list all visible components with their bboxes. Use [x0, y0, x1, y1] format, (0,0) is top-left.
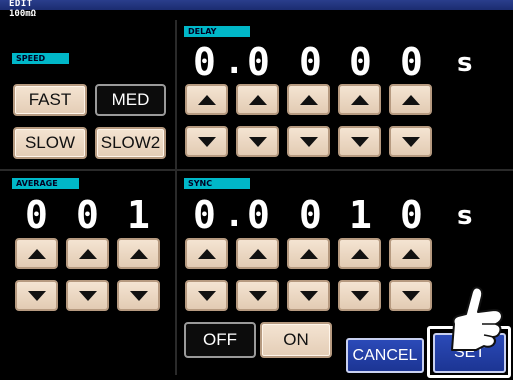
delay-unit: s	[457, 48, 473, 78]
down-arrow-icon	[78, 290, 97, 301]
down-arrow-icon	[27, 290, 46, 301]
title-bar: EDIT	[0, 0, 513, 10]
pointing-hand-icon	[451, 286, 503, 351]
sync-digit-1-up-button[interactable]	[185, 238, 228, 269]
average-section-label: AVERAGE	[12, 178, 79, 189]
up-arrow-icon	[197, 248, 216, 259]
delay-digit-1-up-button[interactable]	[185, 84, 228, 115]
sync-on-button[interactable]: ON	[260, 322, 332, 358]
up-arrow-icon	[248, 94, 267, 105]
delay-digit-4-up-button[interactable]	[338, 84, 381, 115]
down-arrow-icon	[350, 136, 369, 147]
down-arrow-icon	[401, 290, 420, 301]
speed-section-label: SPEED	[12, 53, 69, 64]
sync-digit-3-up-button[interactable]	[287, 238, 330, 269]
delay-digit-5-down-button[interactable]	[389, 126, 432, 157]
up-arrow-icon	[401, 248, 420, 259]
delay-digit-5: 0	[400, 40, 423, 84]
sync-digit-4-down-button[interactable]	[338, 280, 381, 311]
down-arrow-icon	[197, 290, 216, 301]
sync-digit-5-up-button[interactable]	[389, 238, 432, 269]
delay-digit-5-up-button[interactable]	[389, 84, 432, 115]
up-arrow-icon	[27, 248, 46, 259]
sync-digit-4-up-button[interactable]	[338, 238, 381, 269]
up-arrow-icon	[299, 94, 318, 105]
down-arrow-icon	[299, 136, 318, 147]
delay-digit-3: 0	[299, 40, 322, 84]
sync-digit-3: 0	[299, 193, 322, 237]
average-digit-3-up-button[interactable]	[117, 238, 160, 269]
cancel-button[interactable]: CANCEL	[346, 338, 424, 373]
average-digit-3: 1	[127, 193, 150, 237]
delay-digit-2: 0	[247, 40, 270, 84]
sync-digit-1: 0	[193, 193, 216, 237]
window-title: EDIT	[9, 0, 33, 9]
down-arrow-icon	[350, 290, 369, 301]
delay-section-label: DELAY	[184, 26, 250, 37]
up-arrow-icon	[350, 94, 369, 105]
average-digit-2-down-button[interactable]	[66, 280, 109, 311]
sync-digit-4: 1	[349, 193, 372, 237]
speed-fast-button[interactable]: FAST	[13, 84, 87, 116]
edit-screen: EDIT 100mΩ SPEED FAST MED SLOW SLOW2 DEL…	[0, 0, 513, 380]
horizontal-divider	[0, 169, 513, 171]
down-arrow-icon	[401, 136, 420, 147]
up-arrow-icon	[248, 248, 267, 259]
down-arrow-icon	[248, 290, 267, 301]
delay-digit-3-down-button[interactable]	[287, 126, 330, 157]
sync-unit: s	[457, 201, 473, 231]
up-arrow-icon	[350, 248, 369, 259]
down-arrow-icon	[248, 136, 267, 147]
delay-digit-4-down-button[interactable]	[338, 126, 381, 157]
speed-slow-button[interactable]: SLOW	[13, 127, 87, 159]
up-arrow-icon	[78, 248, 97, 259]
down-arrow-icon	[129, 290, 148, 301]
sync-digit-2-down-button[interactable]	[236, 280, 279, 311]
up-arrow-icon	[197, 94, 216, 105]
average-digit-1-up-button[interactable]	[15, 238, 58, 269]
average-digit-1-down-button[interactable]	[15, 280, 58, 311]
delay-digit-1: 0	[193, 40, 216, 84]
average-digit-2-up-button[interactable]	[66, 238, 109, 269]
vertical-divider	[175, 20, 177, 375]
speed-med-button[interactable]: MED	[95, 84, 166, 116]
sync-digit-5-down-button[interactable]	[389, 280, 432, 311]
range-indicator: 100mΩ	[9, 9, 37, 19]
sync-digit-5: 0	[400, 193, 423, 237]
delay-digit-4: 0	[349, 40, 372, 84]
average-digit-1: 0	[25, 193, 48, 237]
sync-off-button[interactable]: OFF	[184, 322, 256, 358]
average-digit-2: 0	[76, 193, 99, 237]
sync-digit-1-down-button[interactable]	[185, 280, 228, 311]
down-arrow-icon	[299, 290, 318, 301]
average-digit-3-down-button[interactable]	[117, 280, 160, 311]
up-arrow-icon	[129, 248, 148, 259]
sync-section-label: SYNC	[184, 178, 250, 189]
sync-digit-3-down-button[interactable]	[287, 280, 330, 311]
speed-slow2-button[interactable]: SLOW2	[95, 127, 166, 159]
delay-digit-2-up-button[interactable]	[236, 84, 279, 115]
sync-digit-2: 0	[247, 193, 270, 237]
up-arrow-icon	[299, 248, 318, 259]
delay-digit-3-up-button[interactable]	[287, 84, 330, 115]
sync-digit-2-up-button[interactable]	[236, 238, 279, 269]
up-arrow-icon	[401, 94, 420, 105]
delay-digit-1-down-button[interactable]	[185, 126, 228, 157]
down-arrow-icon	[197, 136, 216, 147]
delay-digit-2-down-button[interactable]	[236, 126, 279, 157]
